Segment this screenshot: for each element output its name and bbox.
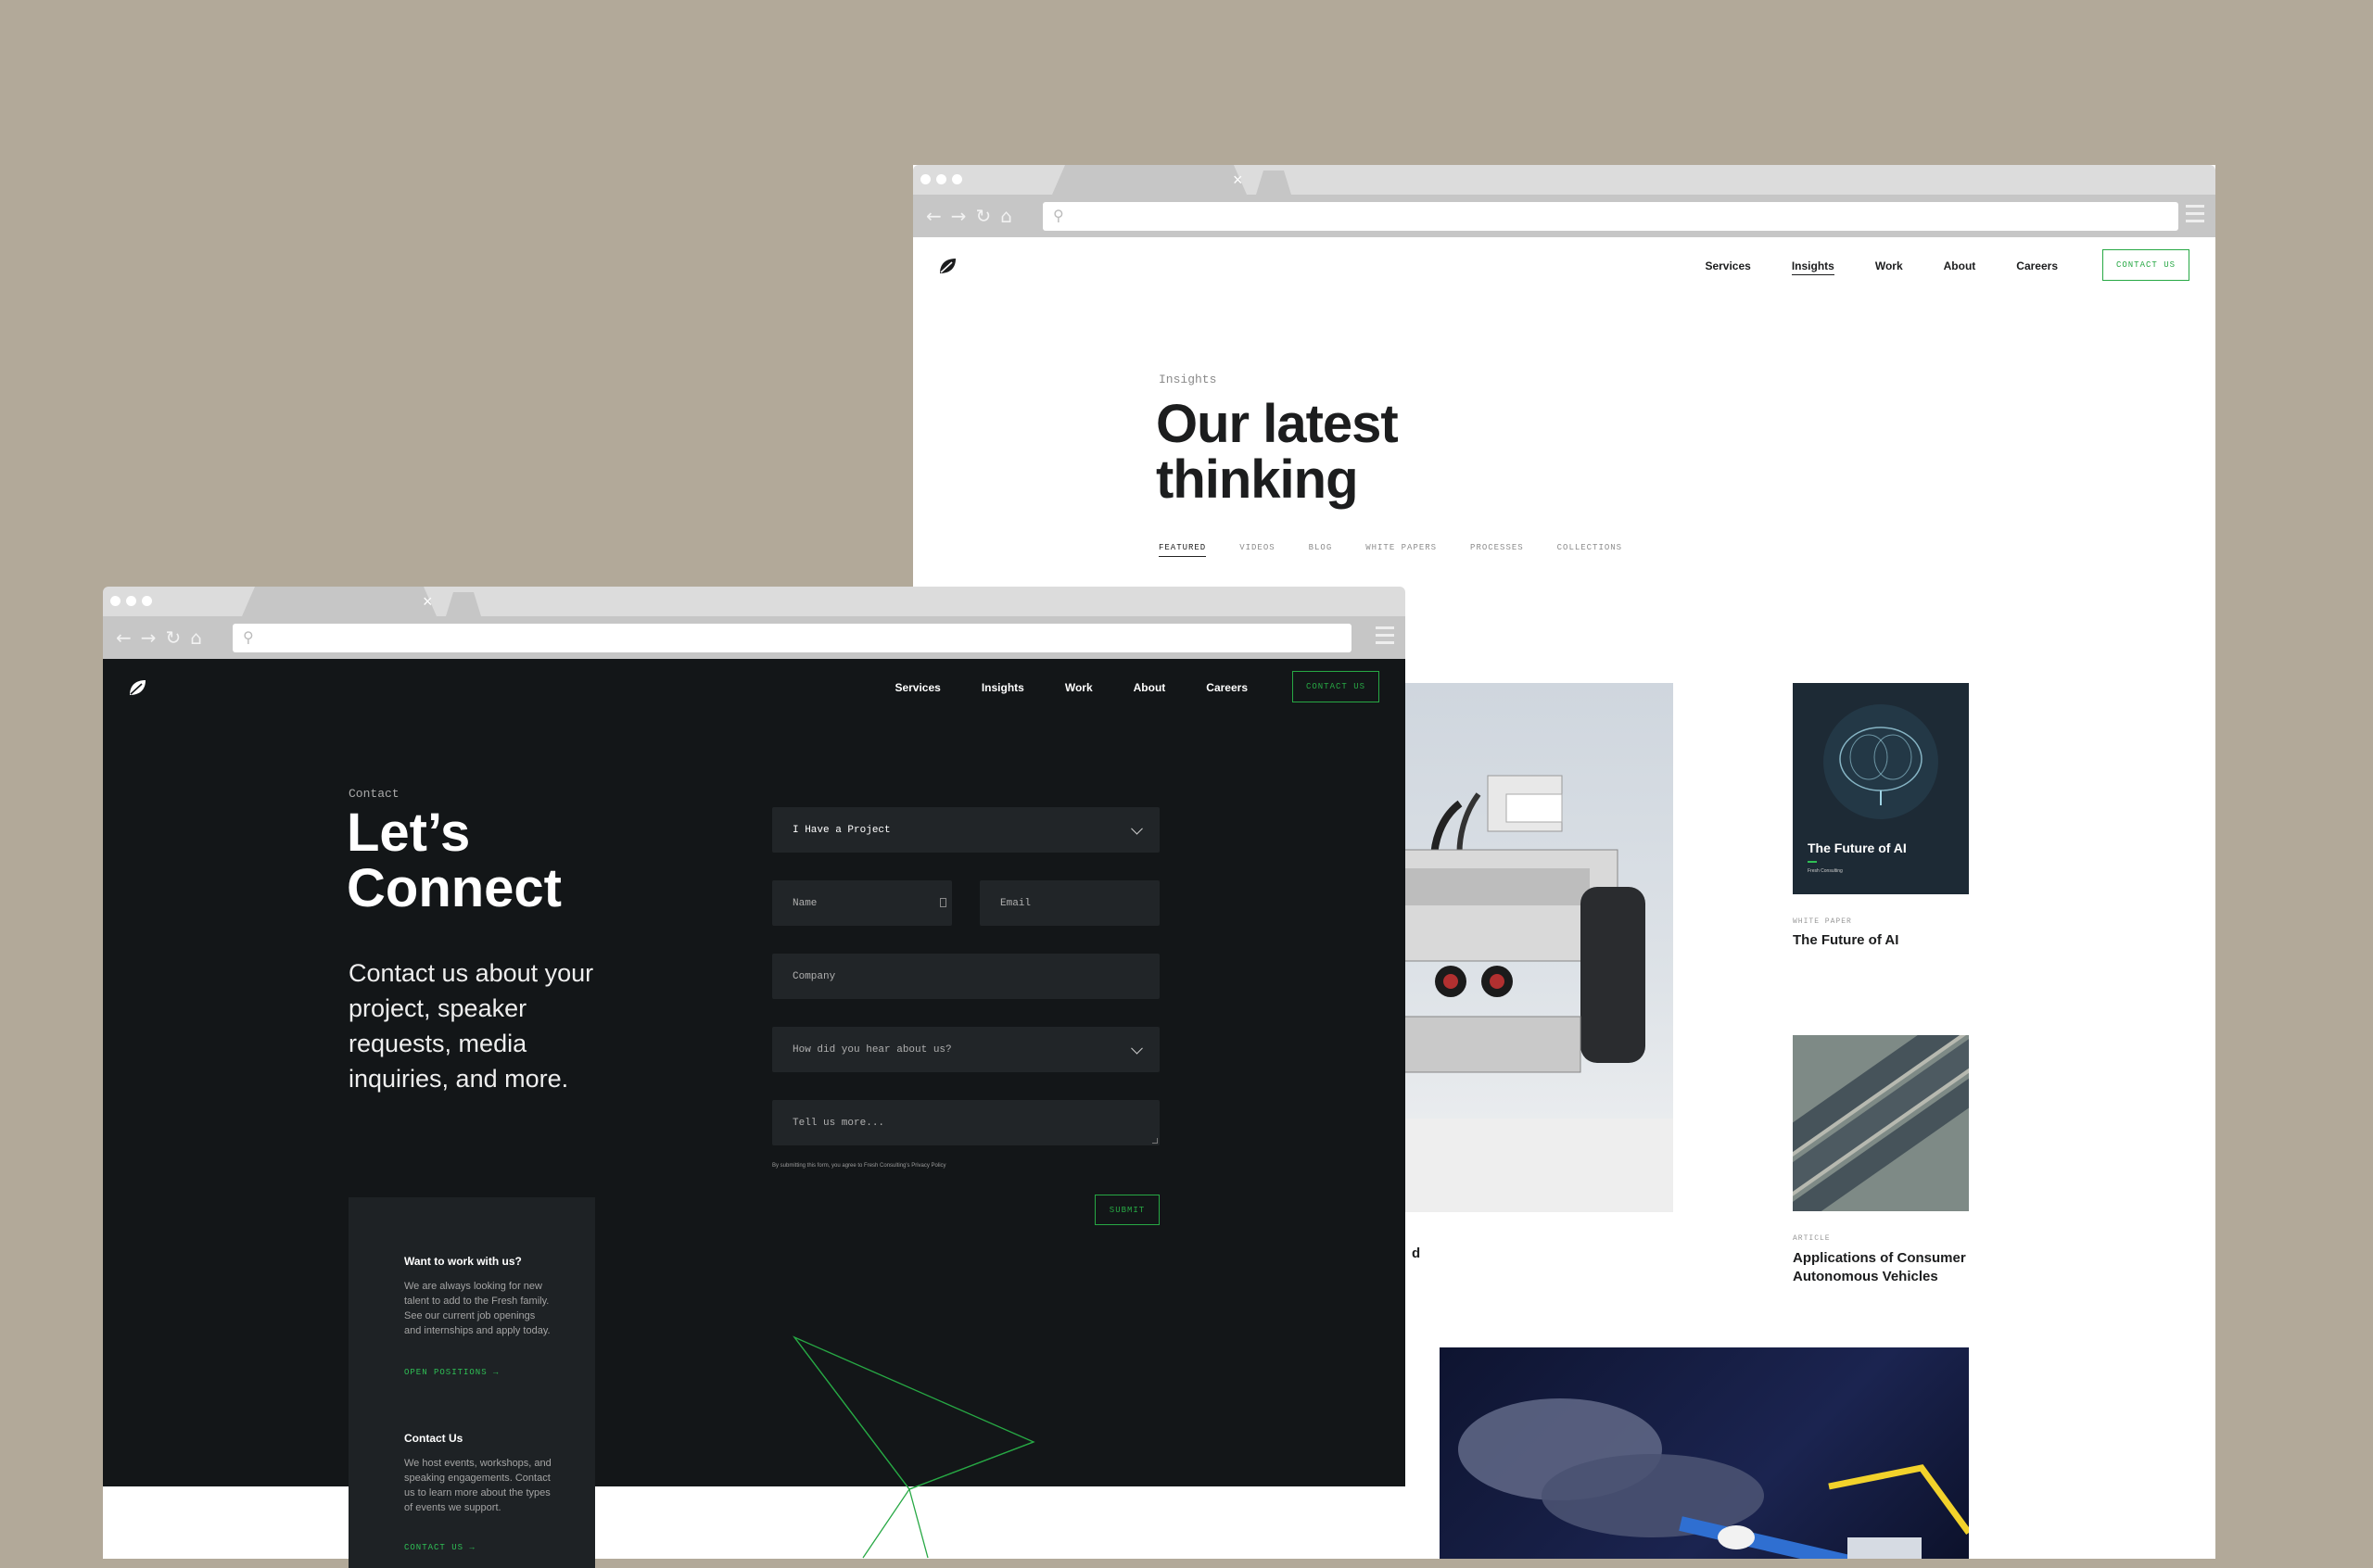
address-bar[interactable]: ⚲ [233,624,1351,652]
nav-about[interactable]: About [1134,681,1166,694]
home-icon[interactable]: ⌂ [1000,205,1012,227]
address-bar[interactable]: ⚲ [1043,202,2178,231]
robot-card-title-fragment[interactable]: d [1412,1246,1420,1261]
page-eyebrow: Insights [1159,373,1217,386]
back-arrow-icon[interactable]: ← [116,626,132,649]
new-tab-button[interactable] [1256,171,1291,195]
browser-toolbar: ← → ↻ ⌂ ⚲ [913,195,2215,237]
autofill-card-icon[interactable] [940,898,946,907]
fresh-leaf-logo[interactable] [127,677,147,698]
card-tag: ARTICLE [1793,1234,1831,1243]
site-nav: Services Insights Work About Careers CON… [913,237,2215,298]
paper-plane-illustration [792,1335,1035,1559]
tab-white-papers[interactable]: WHITE PAPERS [1365,543,1437,557]
card-title[interactable]: The Future of AI [1793,932,1898,948]
name-placeholder: Name [793,897,818,909]
cover-title: The Future of AI [1808,841,1907,855]
referral-source-select[interactable]: How did you hear about us? [772,1027,1160,1072]
nav-insights[interactable]: Insights [1791,259,1834,275]
contact-us-button[interactable]: CONTACT US [2102,249,2189,281]
search-icon: ⚲ [243,628,254,646]
browser-menu-icon[interactable] [1376,626,1394,649]
page-title: Let’s Connect [347,803,562,918]
nav-services[interactable]: Services [1705,259,1750,275]
nav-work[interactable]: Work [1065,681,1093,694]
resize-handle-icon[interactable] [1152,1138,1158,1144]
careers-contact-card: Want to work with us? We are always look… [349,1197,595,1568]
reload-icon[interactable]: ↻ [976,205,992,227]
nav-services[interactable]: Services [895,681,940,694]
filter-tabs: FEATURED VIDEOS BLOG WHITE PAPERS PROCES… [1159,543,1622,557]
referral-placeholder: How did you hear about us? [793,1043,952,1056]
forward-arrow-icon[interactable]: → [951,205,967,227]
work-with-us-text: We are always looking for new talent to … [404,1281,551,1336]
fresh-leaf-logo[interactable] [937,256,958,276]
new-tab-button[interactable] [446,592,481,616]
company-placeholder: Company [793,970,836,982]
contact-us-button[interactable]: CONTACT US [1292,671,1379,702]
page-footer-strip [103,1486,1405,1559]
browser-tab-bar: × [103,587,1405,616]
page-title: Our latest thinking [1156,394,1399,510]
brain-illustration [1823,704,1938,819]
privacy-fine-print: By submitting this form, you agree to Fr… [772,1163,946,1169]
back-arrow-icon[interactable]: ← [926,205,942,227]
contact-us-link[interactable]: CONTACT US → [404,1543,476,1552]
nav-careers[interactable]: Careers [1206,681,1248,694]
tab-blog[interactable]: BLOG [1309,543,1333,557]
browser-menu-icon[interactable] [2186,205,2204,227]
name-field[interactable]: Name [772,880,952,926]
submit-button[interactable]: SUBMIT [1095,1195,1160,1225]
nav-careers[interactable]: Careers [2016,259,2058,275]
search-icon: ⚲ [1053,207,1064,224]
tab-processes[interactable]: PROCESSES [1470,543,1524,557]
nav-work[interactable]: Work [1875,259,1903,275]
contact-page: Services Insights Work About Careers CON… [103,659,1405,1568]
tab-featured[interactable]: FEATURED [1159,543,1207,557]
browser-toolbar: ← → ↻ ⌂ ⚲ [103,616,1405,659]
reload-icon[interactable]: ↻ [166,626,182,649]
card-title[interactable]: Applications of Consumer Autonomous Vehi… [1793,1249,1978,1286]
page-description: Contact us about your project, speaker r… [349,959,594,1093]
home-icon[interactable]: ⌂ [190,626,202,649]
tab-close-icon[interactable]: × [423,592,433,611]
chevron-down-icon [1131,822,1143,835]
highway-aerial-image[interactable] [1793,1035,1969,1211]
email-field[interactable]: Email [980,880,1160,926]
robot-feature-image[interactable] [1367,683,1673,1212]
window-controls[interactable] [110,596,152,606]
cover-subtitle: Fresh Consulting [1808,868,1843,874]
browser-tab[interactable] [242,587,437,616]
email-placeholder: Email [1000,897,1032,909]
contact-us-heading: Contact Us [404,1432,463,1445]
inquiry-type-value: I Have a Project [793,824,891,836]
open-positions-link[interactable]: OPEN POSITIONS → [404,1368,499,1377]
card-tag: WHITE PAPER [1793,917,1852,926]
page-eyebrow: Contact [349,787,400,801]
tab-close-icon[interactable]: × [1233,171,1243,189]
company-field[interactable]: Company [772,954,1160,999]
work-with-us-heading: Want to work with us? [404,1255,522,1268]
message-placeholder: Tell us more... [793,1117,885,1129]
tab-videos[interactable]: VIDEOS [1239,543,1275,557]
chevron-down-icon [1131,1042,1143,1055]
contact-us-text: We host events, workshops, and speaking … [404,1458,552,1513]
forward-arrow-icon[interactable]: → [141,626,157,649]
contact-browser-window: × ← → ↻ ⌂ ⚲ Services Insights Work About Ca… [103,587,1405,1568]
robotic-arm-image[interactable] [1440,1347,1969,1559]
site-nav: Services Insights Work About Careers CON… [103,659,1405,720]
browser-tab[interactable] [1052,165,1247,195]
browser-tab-bar: × [913,165,2215,195]
nav-about[interactable]: About [1944,259,1976,275]
cover-rule [1808,861,1817,863]
tab-collections[interactable]: COLLECTIONS [1557,543,1622,557]
inquiry-type-select[interactable]: I Have a Project [772,807,1160,853]
message-textarea[interactable]: Tell us more... [772,1100,1160,1145]
future-of-ai-cover[interactable]: The Future of AI Fresh Consulting [1793,683,1969,894]
nav-insights[interactable]: Insights [982,681,1024,694]
window-controls[interactable] [920,174,962,184]
